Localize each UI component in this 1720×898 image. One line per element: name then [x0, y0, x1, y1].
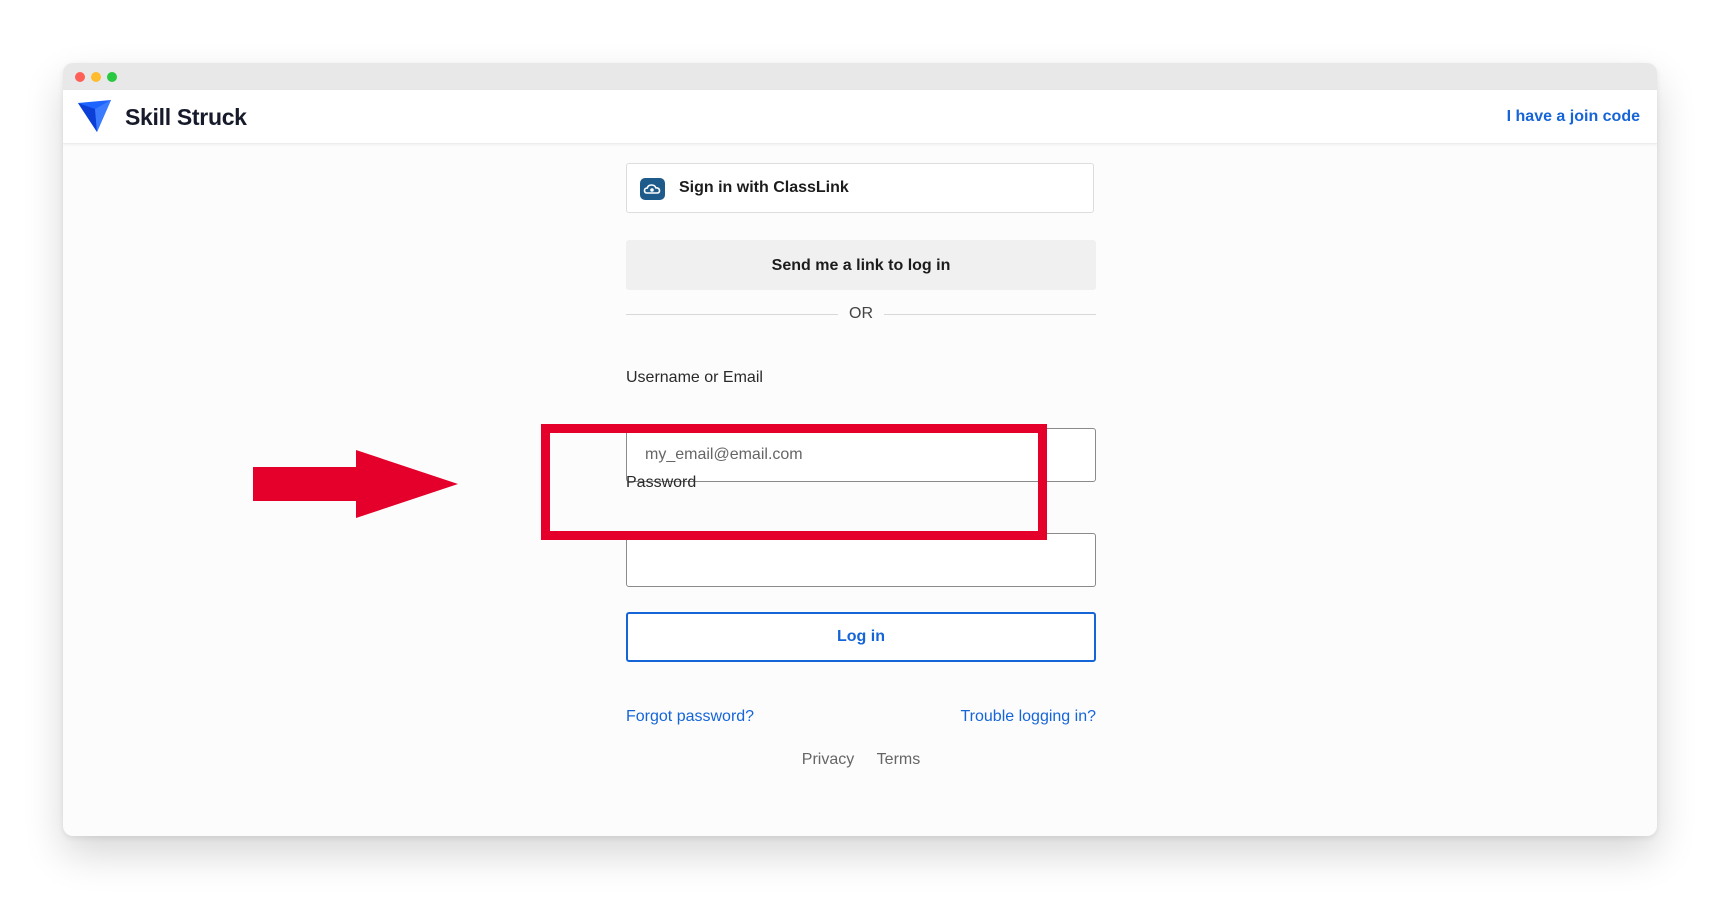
arrow-right-icon — [253, 450, 458, 518]
or-divider: OR — [626, 304, 1096, 324]
login-button[interactable]: Log in — [626, 612, 1096, 662]
terms-link[interactable]: Terms — [877, 751, 921, 768]
classlink-cloud-icon — [640, 178, 665, 200]
username-label: Username or Email — [626, 369, 763, 386]
divider-line-right — [884, 314, 1096, 315]
join-code-link[interactable]: I have a join code — [1507, 108, 1640, 126]
window-titlebar — [63, 63, 1657, 90]
password-input[interactable] — [626, 533, 1096, 587]
classlink-label: Sign in with ClassLink — [679, 179, 849, 196]
trouble-logging-in-link[interactable]: Trouble logging in? — [961, 708, 1097, 726]
password-highlight-box — [541, 424, 1047, 540]
app-header: Skill Struck I have a join code — [63, 90, 1657, 144]
window-zoom-dot[interactable] — [107, 72, 117, 82]
window-close-dot[interactable] — [75, 72, 85, 82]
classlink-signin-button[interactable]: Sign in with ClassLink — [626, 163, 1094, 213]
skill-struck-logo-icon — [78, 100, 111, 132]
window-minimize-dot[interactable] — [91, 72, 101, 82]
brand-name: Skill Struck — [125, 104, 247, 130]
footer-links: Privacy Terms — [626, 751, 1096, 769]
privacy-link[interactable]: Privacy — [802, 751, 854, 768]
send-login-link-button[interactable]: Send me a link to log in — [626, 240, 1096, 290]
forgot-password-link[interactable]: Forgot password? — [626, 708, 754, 726]
